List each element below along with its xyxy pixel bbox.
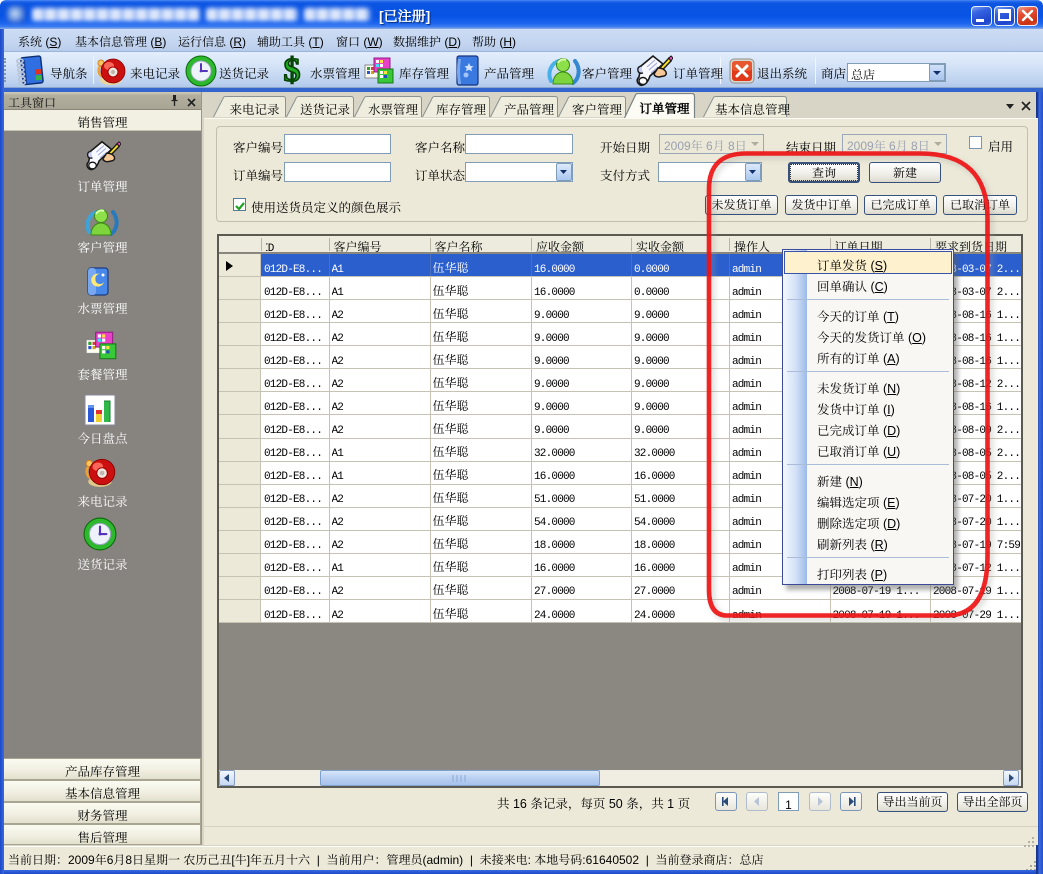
svg-text:$: $ xyxy=(284,54,301,88)
